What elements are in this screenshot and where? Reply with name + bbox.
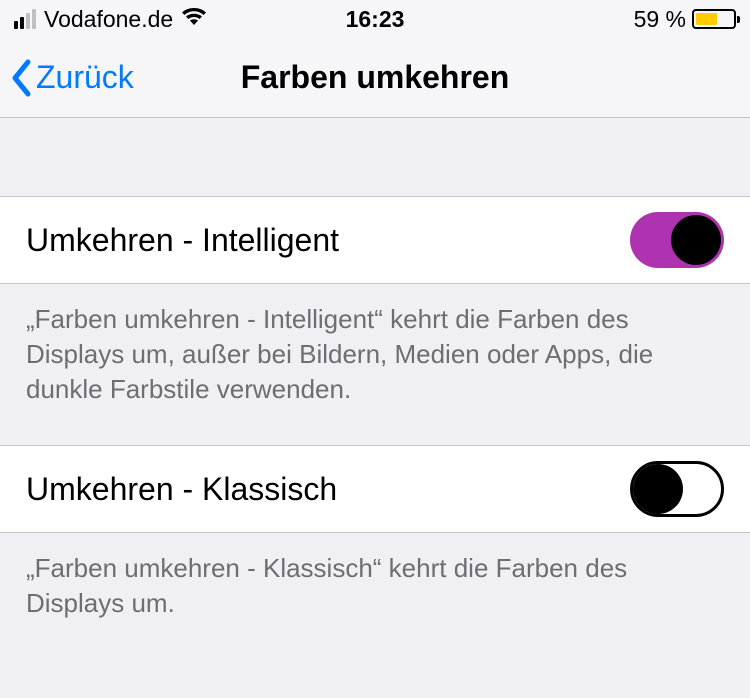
page-title: Farben umkehren: [241, 59, 510, 96]
chevron-left-icon: [10, 59, 32, 97]
status-bar: Vodafone.de 16:23 59 %: [0, 0, 750, 38]
battery-pct: 59 %: [634, 6, 686, 33]
signal-icon: [14, 9, 36, 29]
nav-bar: Zurück Farben umkehren: [0, 38, 750, 118]
classic-invert-label: Umkehren - Klassisch: [26, 471, 337, 508]
smart-invert-cell[interactable]: Umkehren - Intelligent: [0, 196, 750, 284]
wifi-icon: [181, 6, 207, 33]
smart-invert-label: Umkehren - Intelligent: [26, 222, 339, 259]
smart-invert-footer: „Farben umkehren - Intelligent“ kehrt di…: [0, 284, 750, 407]
time-label: 16:23: [346, 6, 405, 33]
classic-invert-cell[interactable]: Umkehren - Klassisch: [0, 445, 750, 533]
smart-invert-toggle[interactable]: [630, 212, 724, 268]
back-button[interactable]: Zurück: [0, 59, 134, 97]
classic-invert-toggle[interactable]: [630, 461, 724, 517]
back-label: Zurück: [36, 59, 134, 96]
carrier-label: Vodafone.de: [44, 6, 173, 33]
classic-invert-footer: „Farben umkehren - Klassisch“ kehrt die …: [0, 533, 750, 621]
battery-icon: [692, 9, 736, 29]
